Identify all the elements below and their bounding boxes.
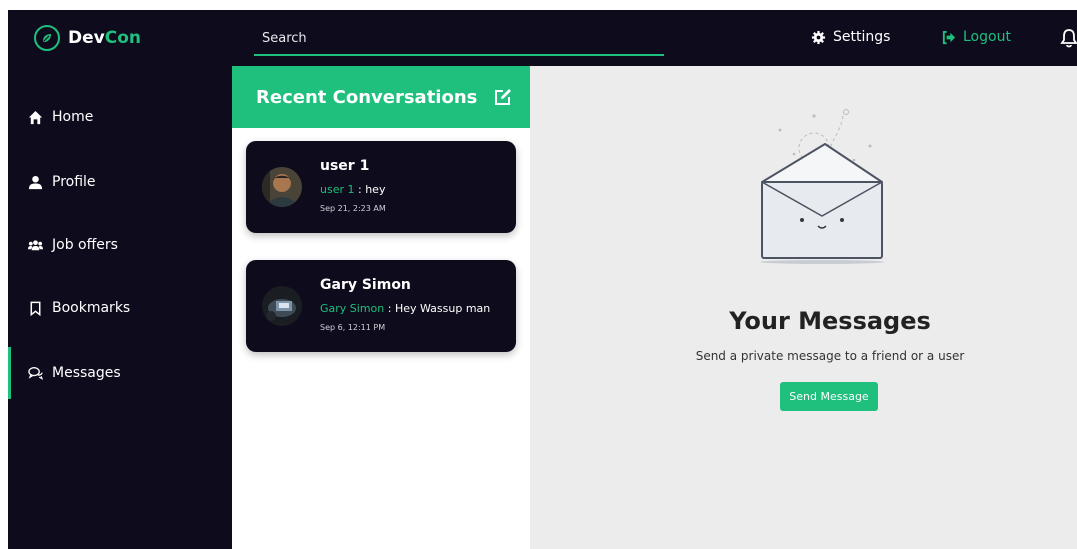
- settings-link[interactable]: Settings: [811, 29, 890, 45]
- user-icon: [28, 175, 43, 189]
- search-bar: [254, 24, 664, 56]
- sidebar-item-home[interactable]: Home: [8, 97, 232, 137]
- message-separator: :: [384, 302, 395, 315]
- conversation-last-message: Gary Simon : Hey Wassup man: [320, 302, 490, 315]
- avatar: [262, 286, 302, 326]
- message-sender: user 1: [320, 183, 355, 196]
- messages-subtitle: Send a private message to a friend or a …: [695, 349, 965, 363]
- sidebar-item-label: Bookmarks: [52, 300, 131, 316]
- settings-label: Settings: [833, 29, 891, 45]
- conversations-header: Recent Conversations: [232, 66, 530, 128]
- chat-icon: [28, 366, 43, 380]
- sidebar-item-job-offers[interactable]: Job offers: [8, 225, 232, 265]
- bookmark-icon: [30, 301, 41, 316]
- conversations-title: Recent Conversations: [256, 86, 478, 108]
- conversation-card[interactable]: user 1 user 1 : hey Sep 21, 2:23 AM: [246, 141, 516, 233]
- home-icon: [28, 110, 43, 124]
- users-icon: [28, 239, 43, 250]
- brand-name: DevCon: [68, 28, 141, 48]
- compose-icon[interactable]: [493, 87, 513, 107]
- logout-link[interactable]: Logout: [941, 29, 1011, 45]
- brand[interactable]: DevCon: [34, 25, 141, 51]
- sidebar-item-messages[interactable]: Messages: [8, 347, 232, 399]
- message-text: Hey Wassup man: [394, 302, 491, 315]
- conversation-name: Gary Simon: [320, 277, 411, 293]
- brand-name-dev: Dev: [68, 28, 105, 48]
- send-message-button[interactable]: Send Message: [780, 382, 878, 411]
- conversation-last-message: user 1 : hey: [320, 183, 385, 196]
- sidebar-item-profile[interactable]: Profile: [8, 162, 232, 202]
- conversation-timestamp: Sep 6, 12:11 PM: [320, 323, 386, 332]
- message-sender: Gary Simon: [320, 302, 385, 315]
- sidebar-item-label: Profile: [52, 174, 96, 190]
- message-separator: :: [354, 183, 366, 196]
- logout-label: Logout: [963, 29, 1011, 45]
- avatar: [262, 167, 302, 207]
- sidebar-item-label: Messages: [52, 365, 121, 381]
- sidebar-item-label: Home: [52, 109, 94, 125]
- brand-name-con: Con: [104, 28, 141, 48]
- envelope-illustration: [760, 109, 884, 264]
- sidebar-item-bookmarks[interactable]: Bookmarks: [8, 288, 232, 328]
- top-navbar: DevCon Settings Logout: [8, 10, 1077, 66]
- conversation-card[interactable]: Gary Simon Gary Simon : Hey Wassup man S…: [246, 260, 516, 352]
- conversations-panel: Recent Conversations user 1 user 1 : hey: [232, 66, 530, 549]
- sidebar-item-label: Job offers: [52, 237, 118, 253]
- messages-title: Your Messages: [729, 307, 931, 335]
- bell-icon[interactable]: [1060, 28, 1077, 48]
- leaf-logo-icon: [34, 25, 60, 51]
- conversation-timestamp: Sep 21, 2:23 AM: [320, 204, 386, 213]
- app-window: DevCon Settings Logout: [8, 10, 1077, 549]
- sidebar: Home Profile Job offers Bookmarks Messag…: [8, 66, 232, 549]
- gear-icon: [811, 30, 826, 44]
- messages-area: Your Messages Send a private message to …: [530, 66, 1077, 549]
- sign-out-icon: [942, 30, 956, 44]
- search-input[interactable]: [254, 24, 664, 52]
- conversation-name: user 1: [320, 158, 370, 174]
- message-text: hey: [365, 183, 386, 196]
